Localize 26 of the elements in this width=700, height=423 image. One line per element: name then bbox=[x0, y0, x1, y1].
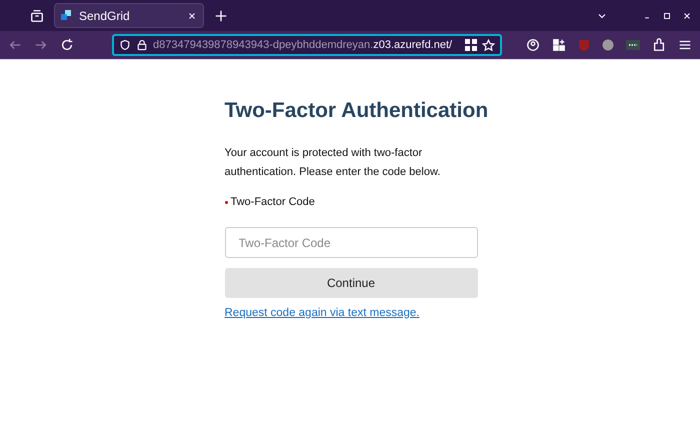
tab-title: SendGrid bbox=[79, 8, 131, 22]
menu-icon[interactable] bbox=[678, 38, 692, 52]
resend-code-link[interactable]: Request code again via text message. bbox=[224, 307, 420, 319]
star-icon[interactable] bbox=[482, 38, 495, 52]
cube-logo-icon bbox=[61, 10, 73, 22]
browser-tab[interactable]: SendGrid bbox=[54, 3, 204, 28]
dots-badge-icon[interactable] bbox=[626, 39, 640, 51]
page-title: Two-Factor Authentication bbox=[224, 98, 488, 124]
extension-circle-icon[interactable] bbox=[602, 39, 614, 51]
continue-button[interactable]: Continue bbox=[224, 268, 478, 298]
shield-icon[interactable] bbox=[119, 39, 131, 51]
qr-code-icon[interactable] bbox=[465, 39, 477, 51]
reload-icon[interactable] bbox=[60, 38, 74, 52]
address-bar[interactable]: d873479439878943943-dpeybhddemdreyan.z03.azurefd.net/ bbox=[112, 34, 502, 56]
back-icon[interactable] bbox=[8, 38, 22, 52]
field-label: Two-Factor Code bbox=[230, 196, 315, 208]
lock-icon[interactable] bbox=[136, 39, 148, 51]
maximize-icon[interactable] bbox=[662, 10, 672, 20]
new-tab-icon[interactable] bbox=[214, 8, 228, 22]
forward-icon[interactable] bbox=[34, 38, 48, 52]
extensions-grid-icon[interactable] bbox=[552, 38, 566, 52]
code-input[interactable]: Two-Factor Code bbox=[224, 227, 478, 258]
description-text: Your account is protected with two-factor authentication. Please enter the code below. bbox=[224, 146, 442, 180]
tab-overview-icon[interactable] bbox=[30, 8, 44, 22]
close-icon[interactable] bbox=[682, 10, 692, 20]
close-icon[interactable] bbox=[187, 10, 197, 20]
